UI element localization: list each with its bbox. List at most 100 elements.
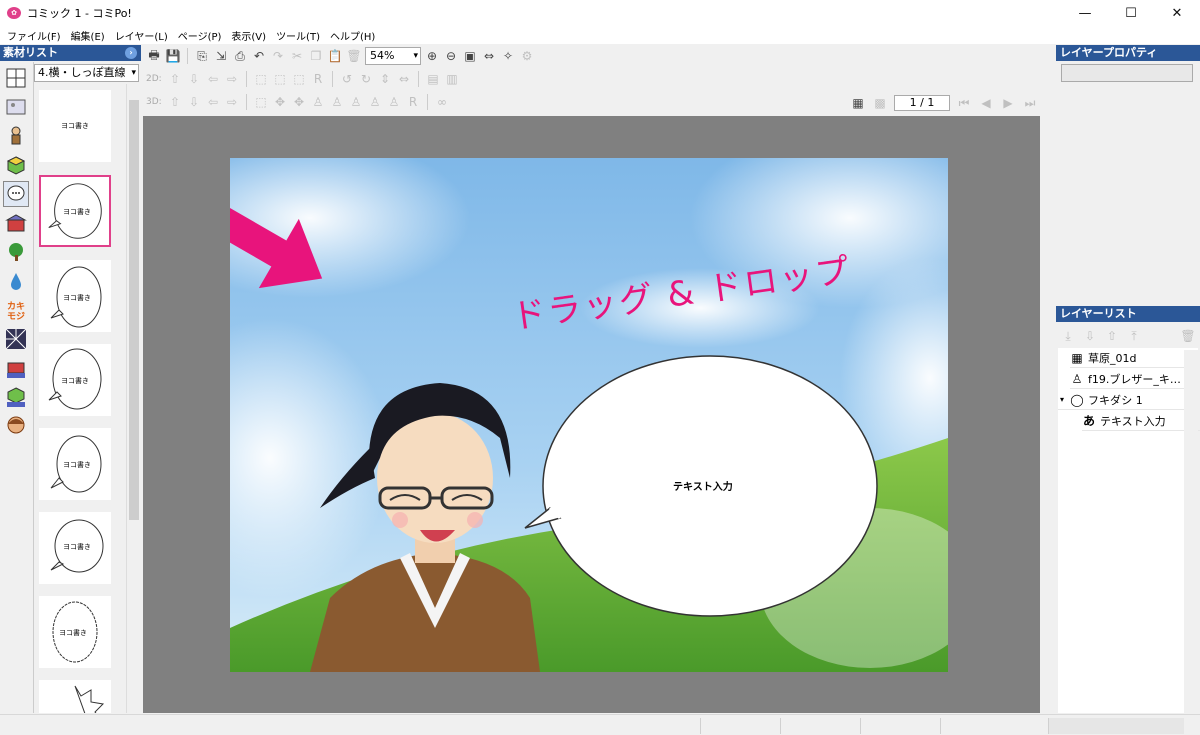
character-pose-icon[interactable]: ✧: [500, 48, 516, 64]
move-right-icon[interactable]: ⇨: [224, 71, 240, 87]
expand-icon[interactable]: ⬚: [291, 71, 307, 87]
minimize-button[interactable]: —: [1062, 0, 1108, 26]
3d-left-icon[interactable]: ⇦: [205, 94, 221, 110]
print-icon[interactable]: 🖶: [146, 48, 162, 64]
3d-pose-2-icon[interactable]: ♙: [329, 94, 345, 110]
effect-icon[interactable]: [3, 326, 29, 352]
canvas-area[interactable]: ドラッグ & ドロップ テキスト入力: [143, 116, 1040, 713]
maximize-button[interactable]: ☐: [1108, 0, 1154, 26]
layer-move-top-icon[interactable]: ⤒: [1126, 328, 1142, 344]
add-page-icon[interactable]: ▦: [850, 95, 866, 111]
copy-page-icon[interactable]: ⎘: [194, 48, 210, 64]
fit-page-icon[interactable]: ▣: [462, 48, 478, 64]
material-thumb[interactable]: [39, 680, 111, 713]
layer-back-icon[interactable]: ▥: [444, 71, 460, 87]
onomatopoeia-icon[interactable]: カキ モジ: [3, 297, 29, 323]
layer-item[interactable]: ♙ f19.ブレザー_キャラクター: [1070, 369, 1194, 389]
settings-icon[interactable]: ⚙: [519, 48, 535, 64]
material-thumb[interactable]: ヨコ書き: [39, 260, 111, 332]
user-character-icon[interactable]: [3, 413, 29, 439]
zoom-out-icon[interactable]: ⊖: [443, 48, 459, 64]
layer-item[interactable]: あ テキスト入力: [1082, 411, 1200, 431]
layer-move-bottom-icon[interactable]: ⤓: [1060, 328, 1076, 344]
material-thumb[interactable]: ヨコ書き: [39, 596, 111, 668]
user-3d-icon[interactable]: [3, 384, 29, 410]
zoom-select[interactable]: 54% ▾: [365, 47, 421, 65]
material-thumb[interactable]: ヨコ書き: [39, 90, 111, 162]
reset-icon[interactable]: R: [310, 71, 326, 87]
user-building-icon[interactable]: [3, 355, 29, 381]
3d-rotate-icon[interactable]: ✥: [291, 94, 307, 110]
category-select[interactable]: 4.横・しっぽ直線 ▾: [34, 64, 139, 82]
material-thumb[interactable]: ヨコ書き: [39, 512, 111, 584]
balloon-text[interactable]: テキスト入力: [673, 478, 733, 493]
page-indicator[interactable]: 1 / 1: [894, 95, 950, 111]
material-thumb-selected[interactable]: ヨコ書き: [39, 175, 111, 247]
zoom-in-icon[interactable]: ⊕: [424, 48, 440, 64]
rotate-right-icon[interactable]: ↻: [358, 71, 374, 87]
shrink-icon[interactable]: ⬚: [272, 71, 288, 87]
prev-page-icon[interactable]: ◀: [978, 95, 994, 111]
background-icon[interactable]: [3, 94, 29, 120]
3d-right-icon[interactable]: ⇨: [224, 94, 240, 110]
material-thumb[interactable]: ヨコ書き: [39, 428, 111, 500]
move-left-icon[interactable]: ⇦: [205, 71, 221, 87]
3d-move-icon[interactable]: ✥: [272, 94, 288, 110]
next-page-icon[interactable]: ▶: [1000, 95, 1016, 111]
3d-scale-icon[interactable]: ⬚: [253, 94, 269, 110]
layer-delete-icon[interactable]: 🗑: [1180, 328, 1196, 344]
flip-vertical-icon[interactable]: ⇕: [377, 71, 393, 87]
layer-property-field[interactable]: [1061, 64, 1193, 82]
menu-help[interactable]: ヘルプ(H): [325, 28, 380, 43]
first-page-icon[interactable]: ⏮: [956, 95, 972, 111]
delete-icon[interactable]: 🗑: [346, 48, 362, 64]
last-page-icon[interactable]: ⏭: [1022, 95, 1038, 111]
material-thumb[interactable]: ヨコ書き: [39, 344, 111, 416]
layer-item[interactable]: ▦ 草原_01d: [1070, 348, 1194, 368]
3d-down-icon[interactable]: ⇩: [186, 94, 202, 110]
layer-item[interactable]: ▾ ◯ フキダシ 1: [1058, 390, 1194, 410]
layer-front-icon[interactable]: ▤: [425, 71, 441, 87]
tree-icon[interactable]: [3, 239, 29, 265]
menu-layer[interactable]: レイヤー(L): [110, 28, 173, 43]
material-scrollbar[interactable]: [126, 84, 140, 713]
layer-move-up-icon[interactable]: ⇧: [1104, 328, 1120, 344]
menu-file[interactable]: ファイル(F): [0, 28, 66, 43]
printer-icon[interactable]: ⎙: [232, 48, 248, 64]
3d-up-icon[interactable]: ⇧: [167, 94, 183, 110]
3d-pose-1-icon[interactable]: ♙: [310, 94, 326, 110]
comic-page[interactable]: ドラッグ & ドロップ テキスト入力: [230, 158, 948, 672]
3d-pose-3-icon[interactable]: ♙: [348, 94, 364, 110]
move-up-icon[interactable]: ⇧: [167, 71, 183, 87]
canvas-scrollbar[interactable]: [1040, 116, 1053, 713]
balloon-icon[interactable]: [3, 181, 29, 207]
3d-pose-5-icon[interactable]: ♙: [386, 94, 402, 110]
flip-horizontal-icon[interactable]: ⇔: [396, 71, 412, 87]
building-icon[interactable]: [3, 210, 29, 236]
rotate-left-icon[interactable]: ↺: [339, 71, 355, 87]
expand-triangle-icon[interactable]: ▾: [1058, 393, 1066, 407]
3d-object-icon[interactable]: [3, 152, 29, 178]
save-icon[interactable]: 💾: [165, 48, 181, 64]
menu-edit[interactable]: 編集(E): [66, 28, 110, 43]
undo-icon[interactable]: ↶: [251, 48, 267, 64]
3d-reset-icon[interactable]: R: [405, 94, 421, 110]
cut-icon[interactable]: ✂: [289, 48, 305, 64]
copy-icon[interactable]: ❐: [308, 48, 324, 64]
scale-icon[interactable]: ⬚: [253, 71, 269, 87]
3d-pose-4-icon[interactable]: ♙: [367, 94, 383, 110]
redo-icon[interactable]: ↷: [270, 48, 286, 64]
paste-icon[interactable]: 📋: [327, 48, 343, 64]
menu-tools[interactable]: ツール(T): [271, 28, 325, 43]
move-down-icon[interactable]: ⇩: [186, 71, 202, 87]
close-button[interactable]: ✕: [1154, 0, 1200, 26]
character-icon[interactable]: [3, 123, 29, 149]
3d-link-icon[interactable]: ∞: [434, 94, 450, 110]
menu-page[interactable]: ページ(P): [173, 28, 227, 43]
export-icon[interactable]: ⇲: [213, 48, 229, 64]
delete-page-icon[interactable]: ▩: [872, 95, 888, 111]
layer-list-scrollbar[interactable]: [1184, 350, 1198, 713]
layer-move-down-icon[interactable]: ⇩: [1082, 328, 1098, 344]
menu-view[interactable]: 表示(V): [226, 28, 271, 43]
drop-icon[interactable]: [3, 268, 29, 294]
